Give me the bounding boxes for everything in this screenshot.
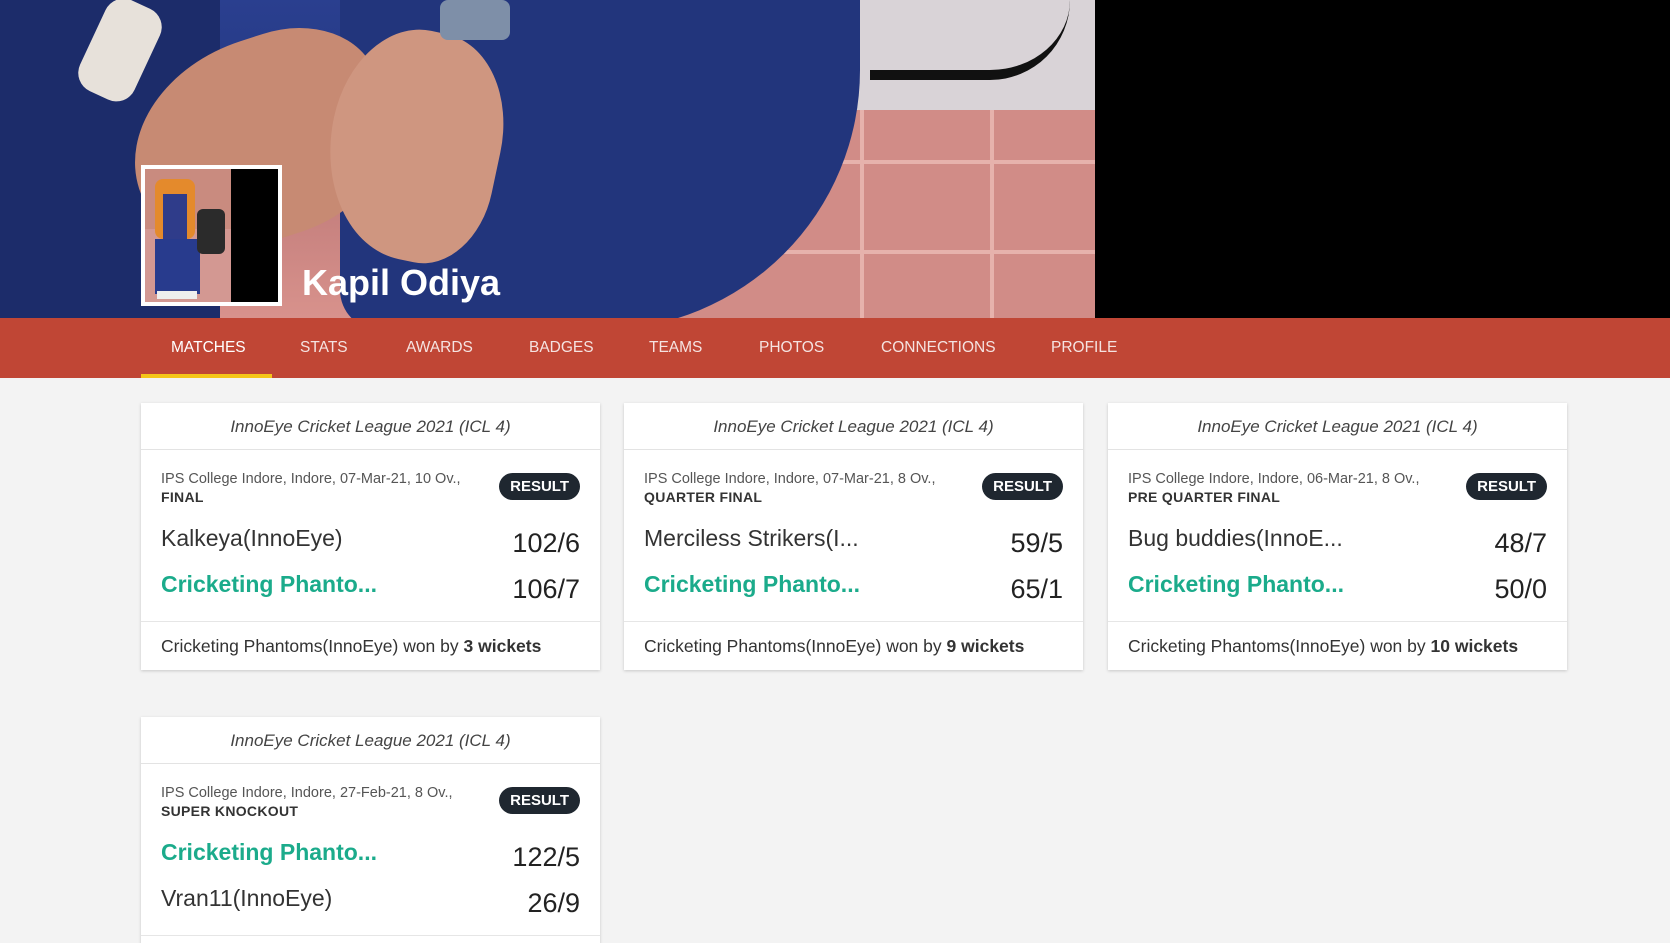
match-result: Cricketing Phantoms(InnoEye) won by 10 w… bbox=[1108, 621, 1567, 670]
team-name-winner: Cricketing Phanto... bbox=[161, 839, 377, 865]
profile-nav: MATCHES STATS AWARDS BADGES TEAMS PHOTOS… bbox=[0, 318, 1670, 378]
team-score: 50/0 bbox=[1494, 574, 1547, 604]
result-text: won by bbox=[881, 636, 947, 656]
result-badge: RESULT bbox=[1466, 473, 1547, 500]
result-margin: 9 wickets bbox=[946, 636, 1025, 656]
tab-badges[interactable]: BADGES bbox=[529, 318, 594, 378]
match-meta: IPS College Indore, Indore, 07-Mar-21, 8… bbox=[644, 471, 936, 487]
match-meta: IPS College Indore, Indore, 27-Feb-21, 8… bbox=[161, 785, 453, 801]
team-name: Kalkeya(InnoEye) bbox=[161, 525, 343, 551]
league-title: InnoEye Cricket League 2021 (ICL 4) bbox=[624, 403, 1083, 450]
result-text: won by bbox=[1365, 636, 1431, 656]
match-card[interactable]: InnoEye Cricket League 2021 (ICL 4) IPS … bbox=[1108, 403, 1567, 670]
team-score: 59/5 bbox=[1010, 528, 1063, 558]
result-text: won by bbox=[398, 636, 464, 656]
league-title: InnoEye Cricket League 2021 (ICL 4) bbox=[141, 403, 600, 450]
team-row: Cricketing Phanto... 65/1 bbox=[644, 569, 1063, 611]
result-team: Cricketing Phantoms(InnoEye) bbox=[644, 636, 882, 656]
team-name-winner: Cricketing Phanto... bbox=[161, 571, 377, 597]
result-margin: 3 wickets bbox=[463, 636, 542, 656]
result-team: Cricketing Phantoms(InnoEye) bbox=[161, 636, 399, 656]
team-score: 102/6 bbox=[512, 528, 580, 558]
tab-photos[interactable]: PHOTOS bbox=[759, 318, 824, 378]
team-name: Bug buddies(InnoE... bbox=[1128, 525, 1343, 551]
player-name: Kapil Odiya bbox=[302, 262, 501, 303]
match-card[interactable]: InnoEye Cricket League 2021 (ICL 4) IPS … bbox=[141, 403, 600, 670]
match-result: Cricketing Phantoms(InnoEye) won by 9 wi… bbox=[624, 621, 1083, 670]
match-card[interactable]: InnoEye Cricket League 2021 (ICL 4) IPS … bbox=[141, 717, 600, 943]
league-title: InnoEye Cricket League 2021 (ICL 4) bbox=[1108, 403, 1567, 450]
tab-teams[interactable]: TEAMS bbox=[649, 318, 702, 378]
result-margin: 10 wickets bbox=[1430, 636, 1519, 656]
result-badge: RESULT bbox=[499, 473, 580, 500]
match-card[interactable]: InnoEye Cricket League 2021 (ICL 4) IPS … bbox=[624, 403, 1083, 670]
team-row: Cricketing Phanto... 106/7 bbox=[161, 569, 580, 611]
team-score: 65/1 bbox=[1010, 574, 1063, 604]
result-team: Cricketing Phantoms(InnoEye) bbox=[1128, 636, 1366, 656]
team-name: Merciless Strikers(I... bbox=[644, 525, 859, 551]
tab-connections[interactable]: CONNECTIONS bbox=[881, 318, 996, 378]
team-row: Cricketing Phanto... 50/0 bbox=[1128, 569, 1547, 611]
team-row: Kalkeya(InnoEye) 102/6 bbox=[161, 523, 580, 565]
tab-awards[interactable]: AWARDS bbox=[406, 318, 473, 378]
result-badge: RESULT bbox=[499, 787, 580, 814]
tab-matches[interactable]: MATCHES bbox=[171, 318, 246, 378]
team-name-winner: Cricketing Phanto... bbox=[1128, 571, 1344, 597]
match-result: Cricketing Phantoms(InnoEye) won by 3 wi… bbox=[141, 621, 600, 670]
profile-avatar[interactable] bbox=[141, 165, 282, 306]
match-meta: IPS College Indore, Indore, 07-Mar-21, 1… bbox=[161, 471, 461, 487]
tab-stats[interactable]: STATS bbox=[300, 318, 348, 378]
tab-profile[interactable]: PROFILE bbox=[1051, 318, 1117, 378]
team-row: Merciless Strikers(I... 59/5 bbox=[644, 523, 1063, 565]
league-title: InnoEye Cricket League 2021 (ICL 4) bbox=[141, 717, 600, 764]
team-name: Vran11(InnoEye) bbox=[161, 885, 333, 911]
active-tab-indicator bbox=[141, 374, 272, 378]
team-row: Vran11(InnoEye) 26/9 bbox=[161, 883, 580, 925]
team-score: 26/9 bbox=[527, 888, 580, 918]
match-meta: IPS College Indore, Indore, 06-Mar-21, 8… bbox=[1128, 471, 1420, 487]
team-score: 122/5 bbox=[512, 842, 580, 872]
team-score: 48/7 bbox=[1494, 528, 1547, 558]
match-result bbox=[141, 935, 600, 943]
team-row: Bug buddies(InnoE... 48/7 bbox=[1128, 523, 1547, 565]
team-score: 106/7 bbox=[512, 574, 580, 604]
team-name-winner: Cricketing Phanto... bbox=[644, 571, 860, 597]
team-row: Cricketing Phanto... 122/5 bbox=[161, 837, 580, 879]
result-badge: RESULT bbox=[982, 473, 1063, 500]
